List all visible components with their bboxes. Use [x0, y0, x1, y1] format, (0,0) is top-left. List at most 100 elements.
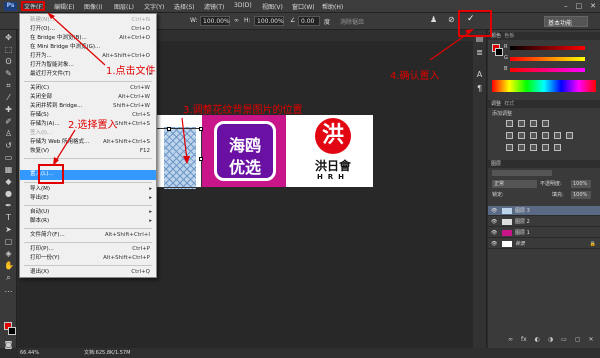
- exposure-icon[interactable]: [542, 120, 549, 127]
- close-icon[interactable]: ✕: [590, 2, 596, 10]
- photo-filter-icon[interactable]: [554, 132, 561, 139]
- angle-input[interactable]: 0.00: [298, 16, 320, 26]
- threshold-icon[interactable]: [530, 144, 537, 151]
- color-panel-tabs[interactable]: 颜色 色板: [488, 32, 600, 40]
- cancel-transform-icon[interactable]: ⊘: [448, 15, 455, 24]
- menu-window[interactable]: 窗口(W): [292, 2, 315, 11]
- channel-mixer-icon[interactable]: [566, 132, 573, 139]
- menu-type[interactable]: 文字(Y): [144, 2, 164, 11]
- folder-icon[interactable]: ▭: [561, 336, 567, 343]
- menu-select[interactable]: 选择(S): [174, 2, 195, 11]
- hue-saturation-icon[interactable]: [518, 132, 525, 139]
- layer-row[interactable]: 👁 图层 3: [488, 206, 600, 216]
- height-input[interactable]: 100.00%: [254, 16, 284, 26]
- menu-item-browse-mini-bridge[interactable]: 在 Mini Bridge 中浏览(G)...: [20, 43, 156, 52]
- 3d-tool-icon[interactable]: ◈: [4, 249, 13, 258]
- visibility-eye-icon[interactable]: 👁: [491, 206, 497, 216]
- marquee-tool-icon[interactable]: ⬚: [4, 45, 13, 54]
- menu-item-close-all[interactable]: 关闭全部 Alt+Ctrl+W: [20, 93, 156, 102]
- zoom-tool-icon[interactable]: ⌕: [4, 273, 13, 282]
- stamp-tool-icon[interactable]: ♙: [4, 129, 13, 138]
- character-panel-icon[interactable]: A: [475, 70, 484, 79]
- layer-row[interactable]: 👁 背景 🔒: [488, 239, 600, 249]
- anti-alias-checkbox[interactable]: 消除锯齿: [340, 17, 364, 26]
- brush-tool-icon[interactable]: ✐: [4, 117, 13, 126]
- fx-icon[interactable]: fx: [521, 336, 527, 343]
- brightness-icon[interactable]: [506, 120, 513, 127]
- properties-panel-icon[interactable]: ≣: [475, 48, 484, 57]
- gradient-map-icon[interactable]: [542, 144, 549, 151]
- levels-icon[interactable]: [518, 120, 525, 127]
- opacity-input[interactable]: 100%: [571, 180, 591, 188]
- menu-image[interactable]: 图像(I): [84, 2, 102, 11]
- ps-logo-icon[interactable]: Ps: [4, 2, 17, 11]
- adjustment-layer-icon[interactable]: ◑: [548, 336, 553, 343]
- menu-item-open-as[interactable]: 打开为... Alt+Shift+Ctrl+O: [20, 52, 156, 61]
- menu-edit[interactable]: 编辑(E): [54, 2, 74, 11]
- layer-row[interactable]: 👁 图层 1: [488, 228, 600, 238]
- menu-item-open[interactable]: 打开(O)... Ctrl+O: [20, 25, 156, 34]
- warp-icon[interactable]: ♟: [430, 15, 437, 24]
- eraser-tool-icon[interactable]: ▭: [4, 153, 13, 162]
- black-white-icon[interactable]: [542, 132, 549, 139]
- menu-item-print[interactable]: 打印(P)... Ctrl+P: [20, 245, 156, 254]
- blur-tool-icon[interactable]: ◆: [4, 177, 13, 186]
- menu-3d[interactable]: 3D(D): [234, 2, 252, 9]
- menu-item-close[interactable]: 关闭(C) Ctrl+W: [20, 84, 156, 93]
- blend-mode-select[interactable]: 正常: [492, 180, 537, 188]
- menu-item-automate[interactable]: 自动(U) ▸: [20, 208, 156, 217]
- fill-input[interactable]: 100%: [571, 191, 591, 199]
- g-slider[interactable]: [510, 57, 585, 61]
- invert-icon[interactable]: [506, 144, 513, 151]
- b-slider[interactable]: [510, 68, 585, 72]
- hand-tool-icon[interactable]: ✋: [4, 261, 14, 270]
- posterize-icon[interactable]: [518, 144, 525, 151]
- trash-icon[interactable]: ✕: [589, 336, 594, 343]
- link-icon[interactable]: ∞: [234, 17, 239, 24]
- color-balance-icon[interactable]: [530, 132, 537, 139]
- mask-icon[interactable]: ◐: [535, 336, 540, 343]
- menu-item-browse-bridge[interactable]: 在 Bridge 中浏览(B)... Alt+Ctrl+O: [20, 34, 156, 43]
- new-layer-icon[interactable]: ▢: [575, 336, 581, 343]
- r-slider[interactable]: [510, 46, 585, 50]
- menu-item-exit[interactable]: 退出(X) Ctrl+Q: [20, 268, 156, 277]
- quick-mask-icon[interactable]: ◙: [4, 340, 13, 349]
- layer-filter[interactable]: [492, 170, 552, 176]
- more-tools-icon[interactable]: …: [4, 285, 13, 294]
- lasso-tool-icon[interactable]: ʘ: [4, 57, 13, 66]
- menu-filter[interactable]: 滤镜(T): [204, 2, 224, 11]
- history-brush-tool-icon[interactable]: ↺: [4, 141, 13, 150]
- visibility-eye-icon[interactable]: 👁: [491, 239, 497, 249]
- menu-item-file-info[interactable]: 文件简介(F)... Alt+Shift+Ctrl+I: [20, 231, 156, 240]
- minimize-icon[interactable]: –: [564, 2, 568, 10]
- layer-row[interactable]: 👁 图层 2: [488, 217, 600, 227]
- eyedropper-tool-icon[interactable]: ⁄: [4, 93, 13, 102]
- transform-handle[interactable]: [167, 127, 171, 131]
- color-bg-swatch[interactable]: [495, 48, 503, 56]
- gradient-tool-icon[interactable]: ▦: [4, 165, 13, 174]
- maximize-icon[interactable]: □: [576, 2, 583, 10]
- link-layers-icon[interactable]: ∞: [508, 336, 513, 343]
- visibility-eye-icon[interactable]: 👁: [491, 228, 497, 238]
- vibrance-icon[interactable]: [506, 132, 513, 139]
- menu-item-import[interactable]: 导入(M) ▸: [20, 185, 156, 194]
- width-input[interactable]: 100.00%: [200, 16, 230, 26]
- menu-help[interactable]: 帮助(H): [322, 2, 343, 11]
- layers-panel-tab[interactable]: 图层: [488, 160, 600, 168]
- menu-item-close-go-bridge[interactable]: 关闭并转到 Bridge... Shift+Ctrl+W: [20, 102, 156, 111]
- transform-handle[interactable]: [199, 157, 203, 161]
- menu-item-save-for-web[interactable]: 存储为 Web 所用格式... Alt+Shift+Ctrl+S: [20, 138, 156, 147]
- crop-tool-icon[interactable]: ⌗: [4, 81, 13, 90]
- menu-item-print-one[interactable]: 打印一份(Y) Alt+Shift+Ctrl+P: [20, 254, 156, 263]
- type-tool-icon[interactable]: T: [4, 213, 13, 222]
- background-color-swatch[interactable]: [8, 327, 16, 335]
- paragraph-panel-icon[interactable]: ¶: [475, 84, 484, 93]
- adjustments-panel-tabs[interactable]: 调整 样式: [488, 100, 600, 108]
- menu-layer[interactable]: 图层(L): [114, 2, 134, 11]
- path-select-tool-icon[interactable]: ➤: [4, 225, 13, 234]
- menu-item-export[interactable]: 导出(E) ▸: [20, 194, 156, 203]
- shape-tool-icon[interactable]: ▢: [4, 237, 13, 246]
- transform-handle[interactable]: [199, 127, 203, 131]
- workspace-select[interactable]: 基本功能: [544, 16, 588, 27]
- curves-icon[interactable]: [530, 120, 537, 127]
